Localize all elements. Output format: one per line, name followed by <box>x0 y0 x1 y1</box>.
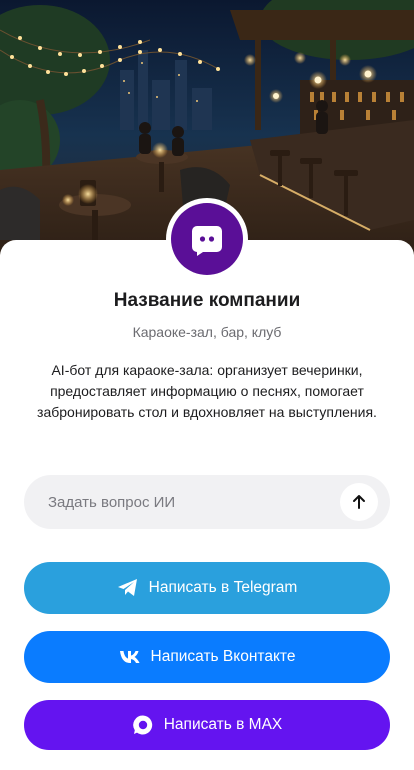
max-button-label: Написать в MAX <box>163 716 283 733</box>
company-name: Название компании <box>113 290 301 311</box>
avatar <box>166 198 248 280</box>
send-button[interactable] <box>340 483 378 521</box>
vk-icon <box>119 650 141 664</box>
chat-bot-icon <box>171 203 243 275</box>
telegram-button-label: Написать в Telegram <box>148 579 298 596</box>
arrow-up-icon <box>351 494 367 510</box>
telegram-icon <box>117 578 139 598</box>
vk-button-label: Написать Вконтакте <box>150 648 296 665</box>
company-description: AI-бот для караоке-зала: организует вече… <box>37 362 377 420</box>
ask-ai-box <box>24 475 390 529</box>
max-button[interactable]: Написать в MAX <box>24 700 390 750</box>
ask-ai-input[interactable] <box>48 493 340 511</box>
vk-button[interactable]: Написать Вконтакте <box>24 631 390 683</box>
company-subtitle: Караоке-зал, бар, клуб <box>132 324 282 340</box>
max-icon <box>132 714 154 736</box>
telegram-button[interactable]: Написать в Telegram <box>24 562 390 614</box>
